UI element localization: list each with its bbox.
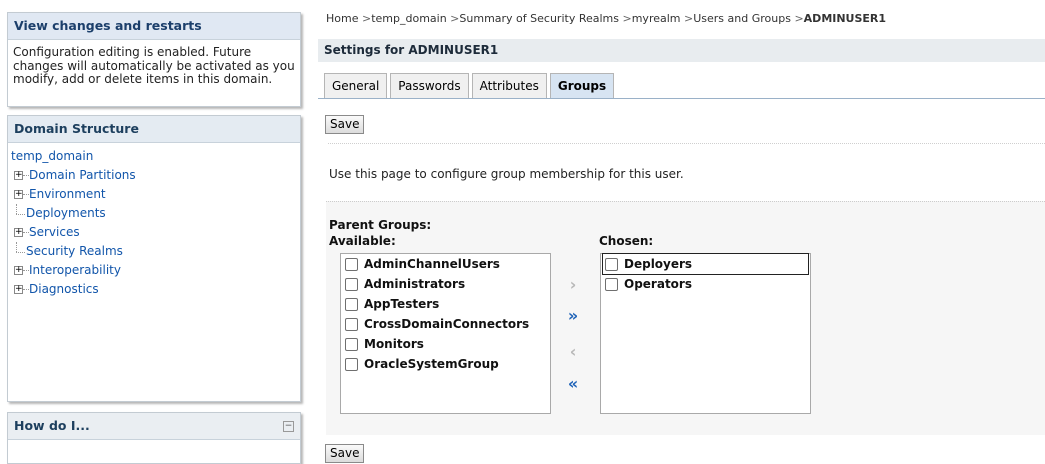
tree-connector: [16, 204, 26, 223]
breadcrumb-security-realms[interactable]: Summary of Security Realms: [459, 12, 619, 25]
checkbox[interactable]: [345, 317, 358, 331]
breadcrumb-current: ADMINUSER1: [803, 12, 887, 25]
list-item-label: Administrators: [364, 277, 466, 291]
collapse-icon[interactable]: −: [283, 421, 294, 432]
checkbox[interactable]: [345, 277, 358, 291]
list-item-label: AdminChannelUsers: [364, 257, 500, 271]
expand-icon[interactable]: +: [14, 285, 23, 294]
list-item[interactable]: Deployers: [602, 253, 809, 275]
parent-groups-title: Parent Groups:: [329, 218, 432, 232]
list-item[interactable]: CrossDomainConnectors: [341, 314, 550, 334]
expand-icon[interactable]: +: [14, 228, 23, 237]
breadcrumb-users-groups[interactable]: Users and Groups: [693, 12, 791, 25]
settings-title: Settings for ADMINUSER1: [318, 39, 1045, 62]
checkbox[interactable]: [345, 357, 358, 371]
save-button-bottom[interactable]: Save: [325, 444, 365, 463]
tree-item-interoperability[interactable]: + Interoperability: [11, 261, 300, 280]
breadcrumb: Home >temp_domain >Summary of Security R…: [326, 12, 887, 25]
tree-item-environment[interactable]: + Environment: [11, 185, 300, 204]
domain-structure-panel: Domain Structure temp_domain + Domain Pa…: [7, 115, 301, 402]
chosen-groups-list[interactable]: Deployers Operators: [600, 253, 811, 414]
list-item-label: AppTesters: [364, 297, 440, 311]
expand-icon[interactable]: +: [14, 171, 23, 180]
tree-item-label[interactable]: Interoperability: [29, 261, 121, 280]
expand-icon[interactable]: +: [14, 266, 23, 275]
tree-root-link[interactable]: temp_domain: [11, 147, 300, 166]
tree-item-services[interactable]: + Services: [11, 223, 300, 242]
how-do-i-title: How do I...: [8, 413, 300, 440]
expand-icon[interactable]: +: [14, 190, 23, 199]
list-item[interactable]: Operators: [601, 274, 810, 294]
chosen-label: Chosen:: [599, 234, 654, 248]
list-item-label: Deployers: [624, 257, 693, 271]
parent-groups-section: Parent Groups: Available: Chosen: AdminC…: [326, 201, 1045, 435]
tree-item-label[interactable]: Deployments: [26, 204, 106, 223]
tree-item-deployments[interactable]: Deployments: [11, 204, 300, 223]
checkbox[interactable]: [345, 257, 358, 271]
breadcrumb-domain[interactable]: temp_domain: [371, 12, 446, 25]
change-center-title[interactable]: View changes and restarts: [8, 13, 300, 40]
tree-item-label[interactable]: Environment: [29, 185, 106, 204]
list-item[interactable]: Monitors: [341, 334, 550, 354]
page-description: Use this page to configure group members…: [329, 167, 684, 181]
list-item-label: CrossDomainConnectors: [364, 317, 530, 331]
tab-underline: [318, 98, 1045, 99]
tree-item-security-realms[interactable]: Security Realms: [11, 242, 300, 261]
chevron-left-icon[interactable]: ‹: [561, 342, 581, 361]
breadcrumb-realm[interactable]: myrealm: [632, 12, 681, 25]
double-chevron-left-icon[interactable]: «: [561, 374, 581, 393]
tree-item-domain-partitions[interactable]: + Domain Partitions: [11, 166, 300, 185]
tab-bar: General Passwords Attributes Groups: [324, 73, 617, 99]
breadcrumb-home[interactable]: Home: [326, 12, 358, 25]
list-item[interactable]: AdminChannelUsers: [341, 254, 550, 274]
list-item[interactable]: OracleSystemGroup: [341, 354, 550, 374]
tab-groups[interactable]: Groups: [549, 73, 615, 99]
double-chevron-right-icon[interactable]: »: [561, 306, 581, 325]
how-do-i-panel: How do I... −: [7, 412, 301, 464]
tab-attributes[interactable]: Attributes: [471, 73, 547, 99]
tab-general[interactable]: General: [324, 73, 388, 99]
tab-passwords[interactable]: Passwords: [390, 73, 469, 99]
list-item-label: Monitors: [364, 337, 424, 351]
save-button-top[interactable]: Save: [325, 115, 365, 134]
tree-item-label[interactable]: Services: [29, 223, 80, 242]
tree-connector: [16, 242, 26, 261]
tree-item-label[interactable]: Diagnostics: [29, 280, 99, 299]
main-content: Home >temp_domain >Summary of Security R…: [318, 0, 1045, 463]
list-item-label: OracleSystemGroup: [364, 357, 499, 371]
tree-item-label[interactable]: Domain Partitions: [29, 166, 136, 185]
domain-tree: temp_domain + Domain Partitions + Enviro…: [8, 143, 300, 299]
change-center-panel: View changes and restarts Configuration …: [7, 12, 301, 107]
tree-item-label[interactable]: Security Realms: [26, 242, 123, 261]
change-center-message: Configuration editing is enabled. Future…: [13, 45, 295, 86]
domain-structure-title: Domain Structure: [8, 116, 300, 143]
chevron-right-icon[interactable]: ›: [561, 275, 581, 294]
available-label: Available:: [329, 234, 396, 248]
tree-item-diagnostics[interactable]: + Diagnostics: [11, 280, 300, 299]
list-item-label: Operators: [624, 277, 692, 291]
checkbox[interactable]: [345, 337, 358, 351]
list-item[interactable]: AppTesters: [341, 294, 550, 314]
checkbox[interactable]: [345, 297, 358, 311]
available-groups-list[interactable]: AdminChannelUsers Administrators AppTest…: [340, 253, 551, 414]
list-item[interactable]: Administrators: [341, 274, 550, 294]
divider: [328, 143, 1045, 144]
checkbox[interactable]: [605, 257, 618, 271]
checkbox[interactable]: [605, 277, 618, 291]
